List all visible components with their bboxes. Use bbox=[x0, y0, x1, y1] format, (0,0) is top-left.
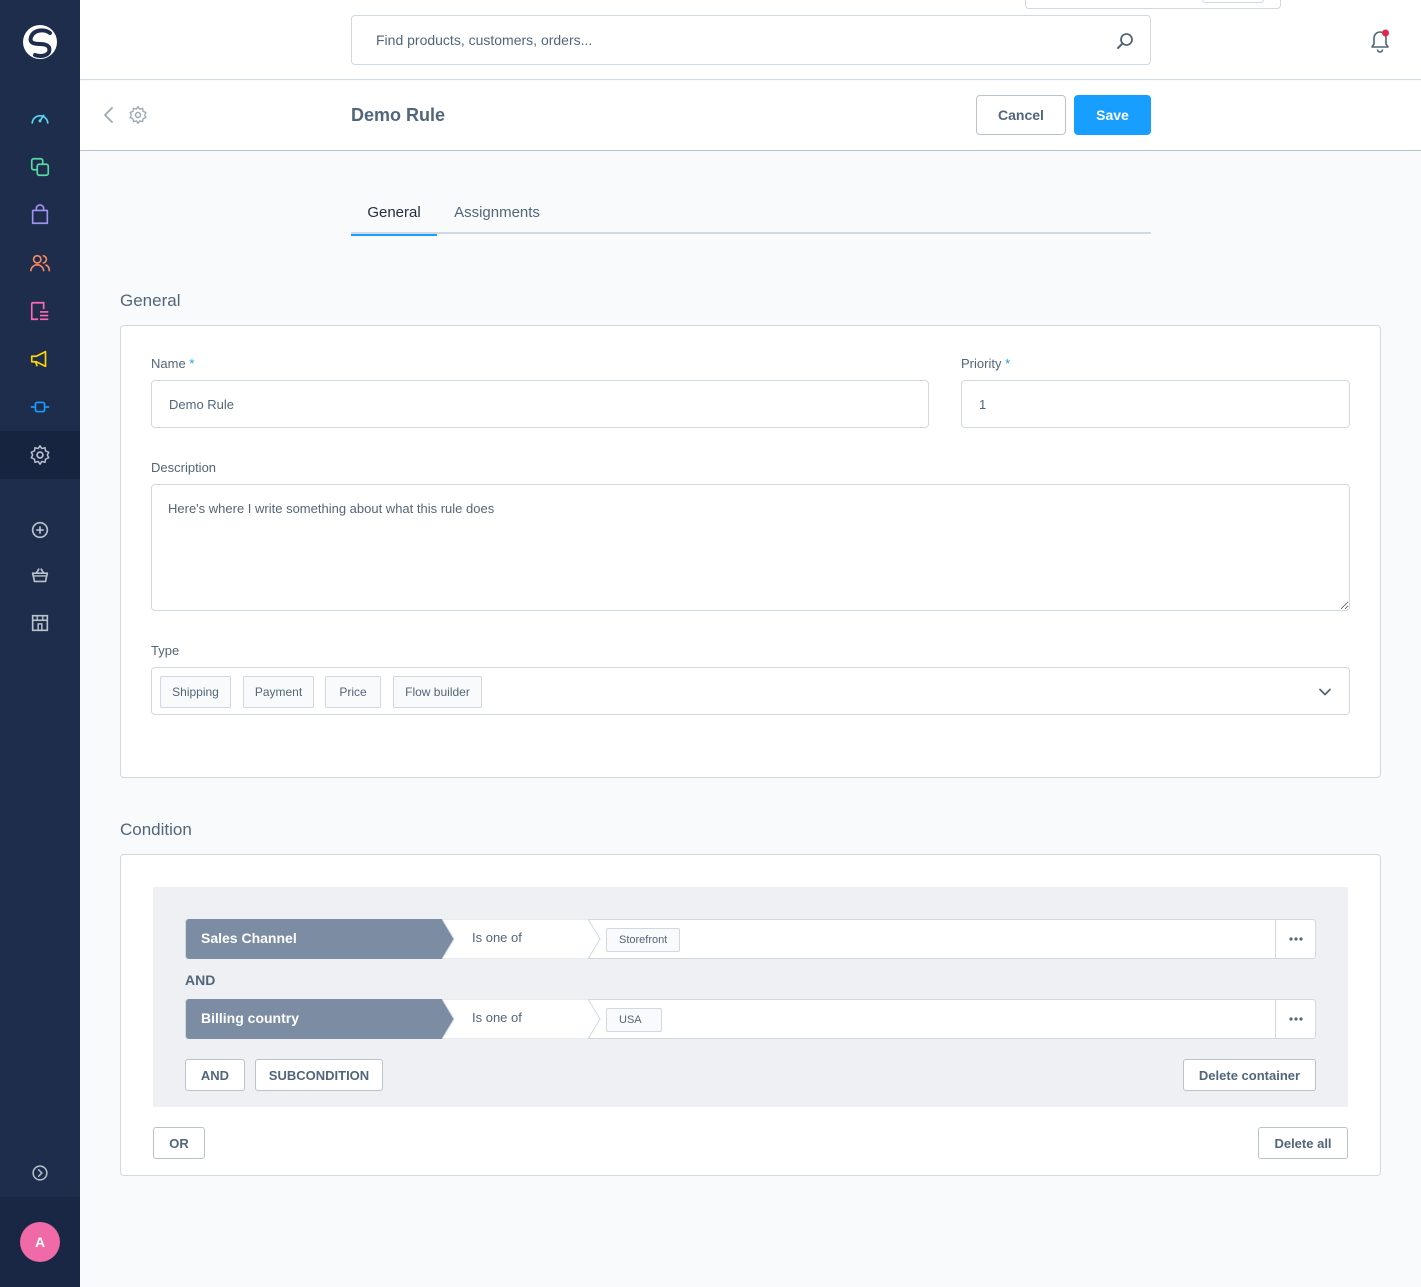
add-or-button[interactable]: OR bbox=[153, 1127, 205, 1159]
priority-label: Priority * bbox=[961, 356, 1011, 371]
basket-icon bbox=[31, 568, 49, 583]
tab-assignments[interactable]: Assignments bbox=[451, 190, 543, 234]
nav-settings[interactable] bbox=[0, 431, 80, 479]
condition-row-menu[interactable] bbox=[1275, 919, 1315, 959]
condition-row: Billing country Is one of USA bbox=[185, 998, 1316, 1040]
catalogue-icon bbox=[30, 157, 50, 177]
nav-orders[interactable] bbox=[0, 191, 80, 239]
nav-dashboard[interactable] bbox=[0, 95, 80, 143]
notification-bell-icon[interactable] bbox=[1368, 28, 1392, 54]
nav-sales-channel-basket[interactable] bbox=[0, 551, 80, 599]
topbar bbox=[80, 0, 1421, 80]
type-chip-price[interactable]: Price bbox=[325, 676, 381, 708]
global-search bbox=[351, 15, 1151, 65]
orders-icon bbox=[31, 204, 49, 225]
more-horizontal-icon bbox=[1288, 1017, 1303, 1021]
nav-expand-sidebar[interactable] bbox=[0, 1149, 80, 1197]
add-subcondition-button[interactable]: SUBCONDITION bbox=[255, 1059, 383, 1091]
nav-marketing[interactable] bbox=[0, 335, 80, 383]
name-field[interactable] bbox=[151, 380, 929, 428]
condition-operator-label: Is one of bbox=[472, 1010, 522, 1025]
nav-extensions[interactable] bbox=[0, 383, 80, 431]
general-card: Name * Priority * Description Here's whe… bbox=[120, 325, 1381, 778]
and-connector: AND bbox=[185, 972, 216, 988]
type-label: Type bbox=[151, 643, 180, 658]
name-label: Name * bbox=[151, 356, 195, 371]
type-multiselect[interactable]: Shipping Payment Price Flow builder bbox=[151, 667, 1350, 715]
back-chevron-icon[interactable] bbox=[100, 105, 118, 125]
marketing-icon bbox=[30, 350, 47, 368]
search-icon[interactable] bbox=[1116, 32, 1134, 50]
condition-field-select[interactable]: Sales Channel bbox=[186, 919, 454, 959]
nav-catalogues[interactable] bbox=[0, 143, 80, 191]
condition-value-chip[interactable]: Storefront bbox=[606, 928, 681, 952]
delete-all-button[interactable]: Delete all bbox=[1258, 1127, 1348, 1159]
chevron-down-icon[interactable] bbox=[1318, 685, 1332, 699]
module-settings-icon bbox=[129, 106, 147, 125]
dashboard-icon bbox=[31, 114, 49, 124]
condition-field-select[interactable]: Billing country bbox=[186, 999, 454, 1039]
sidebar: A bbox=[0, 0, 80, 1287]
nav-sales-channel-storefront[interactable] bbox=[0, 599, 80, 647]
condition-operator-label: Is one of bbox=[472, 930, 522, 945]
save-button[interactable]: Save bbox=[1074, 95, 1151, 135]
page-title: Demo Rule bbox=[351, 105, 446, 125]
content-icon bbox=[30, 301, 49, 321]
nav-add[interactable] bbox=[0, 506, 80, 554]
priority-field[interactable] bbox=[961, 380, 1350, 428]
delete-container-button[interactable]: Delete container bbox=[1183, 1059, 1316, 1091]
condition-value-chip[interactable]: USA bbox=[606, 1008, 662, 1032]
shopware-logo-icon[interactable] bbox=[20, 22, 60, 62]
more-horizontal-icon bbox=[1288, 937, 1303, 941]
smart-bar: Demo Rule Cancel Save bbox=[80, 81, 1421, 151]
condition-operator-select[interactable]: Is one of bbox=[441, 918, 602, 960]
condition-field-label: Sales Channel bbox=[201, 930, 297, 946]
dropdown-peek bbox=[1025, 0, 1281, 9]
condition-card: Sales Channel Is one of Storefront AND B… bbox=[120, 854, 1381, 1176]
condition-operator-select[interactable]: Is one of bbox=[441, 998, 602, 1040]
tab-bar: General Assignments bbox=[351, 190, 1151, 236]
expand-icon bbox=[32, 1165, 48, 1181]
customers-icon bbox=[30, 254, 51, 272]
type-chip-flow-builder[interactable]: Flow builder bbox=[393, 676, 482, 708]
search-input[interactable] bbox=[352, 16, 1150, 64]
description-field[interactable]: Here's where I write something about wha… bbox=[151, 484, 1350, 611]
condition-field-label: Billing country bbox=[201, 1010, 299, 1026]
tab-general[interactable]: General bbox=[351, 190, 437, 236]
add-icon bbox=[31, 521, 49, 539]
type-chip-payment[interactable]: Payment bbox=[243, 676, 314, 708]
add-and-button[interactable]: AND bbox=[185, 1059, 245, 1091]
condition-row: Sales Channel Is one of Storefront bbox=[185, 918, 1316, 960]
settings-icon bbox=[30, 445, 50, 465]
condition-section-title: Condition bbox=[120, 820, 192, 839]
general-section-title: General bbox=[120, 291, 181, 310]
condition-container: Sales Channel Is one of Storefront AND B… bbox=[153, 887, 1348, 1107]
cancel-button[interactable]: Cancel bbox=[976, 95, 1066, 135]
extensions-icon bbox=[30, 401, 50, 413]
type-chip-shipping[interactable]: Shipping bbox=[160, 676, 231, 708]
avatar[interactable]: A bbox=[20, 1222, 60, 1262]
description-label: Description bbox=[151, 460, 217, 475]
nav-customers[interactable] bbox=[0, 239, 80, 287]
user-menu[interactable]: A bbox=[0, 1197, 80, 1287]
nav-content[interactable] bbox=[0, 287, 80, 335]
storefront-icon bbox=[31, 614, 49, 632]
condition-row-menu[interactable] bbox=[1275, 999, 1315, 1039]
